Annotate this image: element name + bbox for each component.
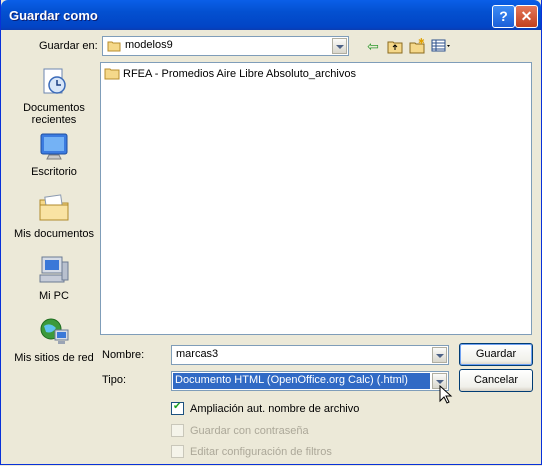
save-with-password-checkbox: Guardar con contraseña [171, 424, 309, 437]
place-recent-documents[interactable]: Documentos recientes [11, 66, 97, 126]
folder-icon [104, 68, 120, 80]
checkbox-box [171, 445, 184, 458]
checkbox-box[interactable] [171, 401, 184, 415]
cancel-button[interactable]: Cancelar [459, 369, 533, 392]
file-type-select[interactable]: Documento HTML (OpenOffice.org Calc) (.h… [171, 371, 449, 391]
file-name: RFEA - Promedios Aire Libre Absoluto_arc… [123, 67, 356, 80]
help-button[interactable]: ? [492, 5, 515, 28]
place-desktop[interactable]: Escritorio [11, 130, 97, 178]
folder-icon [107, 41, 121, 52]
save-in-combobox[interactable]: modelos9 [102, 36, 349, 56]
save-in-label: Guardar en: [39, 40, 98, 52]
checkbox-box [171, 424, 184, 437]
back-icon[interactable]: ⇦ [365, 38, 381, 54]
recent-documents-icon [43, 68, 66, 94]
file-type-label: Tipo: [102, 374, 127, 386]
save-in-value: modelos9 [125, 39, 173, 51]
save-as-dialog: Guardar como ? ✕ Guardar en: modelos9 ⇦ … [0, 0, 542, 465]
place-label: Mi PC [39, 290, 69, 302]
place-my-computer[interactable]: Mi PC [11, 254, 97, 302]
save-button[interactable]: Guardar [459, 343, 533, 366]
place-my-documents[interactable]: Mis documentos [11, 192, 97, 240]
file-name-input[interactable]: marcas3 [171, 345, 449, 365]
file-type-value: Documento HTML (OpenOffice.org Calc) (.h… [173, 373, 430, 389]
checkbox-label: Ampliación aut. nombre de archivo [190, 402, 360, 415]
file-name-label: Nombre: [102, 349, 145, 361]
view-menu-icon[interactable] [431, 38, 453, 54]
file-list[interactable]: RFEA - Promedios Aire Libre Absoluto_arc… [100, 62, 532, 335]
checkbox-label: Guardar con contraseña [190, 424, 309, 437]
network-places-icon [40, 318, 69, 344]
place-label: Mis documentos [13, 228, 95, 240]
my-computer-icon [39, 256, 69, 283]
up-folder-icon[interactable] [387, 38, 403, 54]
place-label: Documentos recientes [23, 102, 85, 126]
auto-extension-checkbox[interactable]: Ampliación aut. nombre de archivo [171, 401, 360, 415]
close-button[interactable]: ✕ [515, 5, 538, 28]
new-folder-icon[interactable]: ✱ [409, 37, 425, 54]
chevron-down-icon[interactable] [332, 38, 347, 54]
place-network[interactable]: Mis sitios de red [11, 316, 97, 364]
mouse-cursor-icon [439, 385, 453, 404]
checkbox-label: Editar configuración de filtros [190, 445, 332, 458]
edit-filter-settings-checkbox: Editar configuración de filtros [171, 445, 332, 458]
place-label: Mis sitios de red [14, 352, 94, 364]
place-label: Escritorio [31, 166, 77, 178]
chevron-down-icon[interactable] [432, 347, 447, 363]
desktop-icon [40, 133, 68, 160]
file-name-value[interactable]: marcas3 [176, 348, 218, 360]
my-documents-icon [39, 194, 69, 221]
svg-text:✱: ✱ [418, 38, 425, 46]
title-bar[interactable]: Guardar como ? ✕ [1, 0, 541, 30]
list-item[interactable]: RFEA - Promedios Aire Libre Absoluto_arc… [104, 67, 356, 80]
window-title: Guardar como [9, 8, 98, 23]
